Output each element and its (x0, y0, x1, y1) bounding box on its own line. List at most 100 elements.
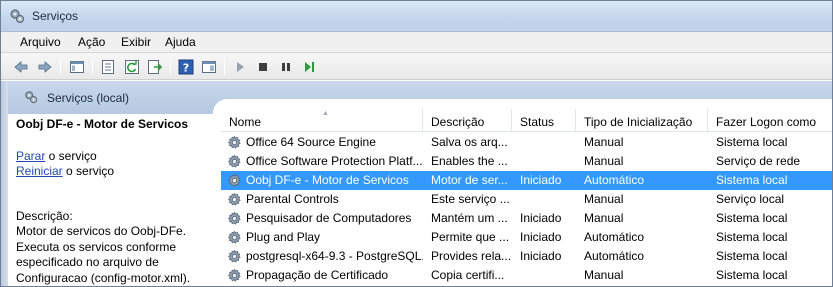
stop-service-button[interactable] (254, 58, 271, 75)
menu-bar: Arquivo Ação Exibir Ajuda (1, 32, 832, 53)
export-list-button[interactable] (146, 58, 163, 75)
console-tree-button[interactable] (68, 58, 85, 75)
service-startup-type: Manual (584, 268, 624, 282)
restart-service-action: Reiniciar o serviço (16, 164, 114, 178)
service-description-cell: Salva os arq... (431, 135, 508, 149)
menu-ajuda[interactable]: Ajuda (164, 35, 197, 49)
table-row[interactable]: Oobj DF-e - Motor de Servicos Motor de se… (221, 171, 832, 190)
service-startup-type: Automático (584, 249, 645, 263)
action-pane-button[interactable] (200, 58, 217, 75)
service-startup-type: Automático (584, 173, 645, 187)
service-description-cell: Motor de ser... (431, 173, 508, 187)
service-status: Iniciado (520, 230, 562, 244)
column-header-row: ▲ Nome Descrição Status Tipo de Iniciali… (221, 109, 832, 132)
table-row[interactable]: Office Software Protection Platf... Enabl… (221, 152, 832, 171)
column-header-descricao[interactable]: Descrição (423, 109, 512, 132)
refresh-icon (124, 59, 139, 74)
start-service-icon (236, 61, 244, 72)
extended-details-pane: Oobj DF-e - Motor de Servicos Parar o se… (8, 114, 221, 286)
service-logon-as: Sistema local (716, 249, 788, 263)
gears-icon (25, 91, 38, 104)
show-hide-console-tree-icon (69, 60, 84, 73)
service-logon-as: Sistema local (716, 173, 788, 187)
restart-service-link[interactable]: Reiniciar (16, 164, 63, 178)
help-button[interactable]: ? (177, 58, 194, 75)
column-header-nome[interactable]: Nome (221, 109, 423, 132)
menu-arquivo[interactable]: Arquivo (19, 35, 62, 49)
forward-button[interactable] (36, 58, 53, 75)
service-name: Propagação de Certificado (246, 268, 389, 282)
refresh-button[interactable] (123, 58, 140, 75)
service-name: postgresql-x64-9.3 - PostgreSQL... (246, 249, 423, 263)
services-window: Serviços Arquivo Ação Exibir Ajuda ? Ser… (0, 0, 833, 287)
service-logon-as: Sistema local (716, 230, 788, 244)
menu-acao[interactable]: Ação (77, 35, 106, 49)
service-status: Iniciado (520, 249, 562, 263)
service-description-cell: Enables the ... (431, 154, 508, 168)
service-logon-as: Serviço de rede (716, 154, 801, 168)
service-status (520, 133, 576, 152)
service-startup-type: Manual (584, 192, 624, 206)
start-service-button[interactable] (231, 58, 248, 75)
service-logon-as: Sistema local (716, 211, 788, 225)
pane-header-title: Serviços (local) (47, 91, 130, 105)
service-status (520, 266, 576, 285)
service-name: Office Software Protection Platf... (246, 154, 423, 168)
service-startup-type: Manual (584, 135, 624, 149)
table-row[interactable]: postgresql-x64-9.3 - PostgreSQL... Provid… (221, 247, 832, 266)
description-text: Motor de servicos do Oobj-DFe. Executa o… (16, 224, 191, 285)
stop-service-icon (258, 62, 267, 71)
service-startup-type: Manual (584, 211, 624, 225)
restart-service-suffix: o serviço (62, 164, 115, 178)
properties-button[interactable] (99, 58, 116, 75)
console-tree-edge (1, 81, 8, 286)
title-bar[interactable]: Serviços (1, 1, 832, 32)
toolbar-separator (224, 58, 225, 75)
service-description-cell: Mantém um ... (431, 211, 508, 225)
toolbar-separator (92, 58, 93, 75)
service-status: Iniciado (520, 211, 562, 225)
table-row[interactable]: Office 64 Source Engine Salva os arq... Ma… (221, 133, 832, 152)
column-header-logon[interactable]: Fazer Logon como (708, 109, 832, 132)
forward-arrow-icon (38, 60, 52, 73)
stop-service-link[interactable]: Parar (16, 149, 45, 163)
restart-service-icon (304, 61, 314, 72)
column-header-tipo-inicializacao[interactable]: Tipo de Inicialização (576, 109, 708, 132)
pause-service-icon (281, 62, 290, 71)
restart-service-button[interactable] (300, 58, 317, 75)
window-title: Serviços (32, 9, 79, 23)
table-row[interactable]: Pesquisador de Computadores Mantém um ...… (221, 209, 832, 228)
table-row[interactable]: Plug and Play Permite que ... Iniciado Auto… (221, 228, 832, 247)
svg-text:?: ? (182, 61, 188, 74)
export-list-icon (147, 59, 162, 74)
back-button[interactable] (12, 58, 29, 75)
menu-exibir[interactable]: Exibir (120, 35, 152, 49)
pause-service-button[interactable] (277, 58, 294, 75)
column-header-status[interactable]: Status (512, 109, 576, 132)
properties-icon (101, 59, 114, 74)
toolbar-separator (170, 58, 171, 75)
service-logon-as: Sistema local (716, 268, 788, 282)
table-row[interactable]: Parental Controls Este serviço ... Manual S… (221, 190, 832, 209)
service-description: Descrição: Motor de servicos do Oobj-DFe… (16, 209, 221, 286)
service-name: Plug and Play (246, 230, 321, 244)
table-row[interactable]: Propagação de Certificado Copia certifi..… (221, 266, 832, 285)
service-status: Iniciado (520, 173, 562, 187)
service-description-cell: Permite que ... (431, 230, 510, 244)
service-description-cell: Este serviço ... (431, 192, 510, 206)
help-icon: ? (178, 59, 193, 74)
selected-service-title: Oobj DF-e - Motor de Servicos (16, 117, 189, 131)
gears-icon (10, 9, 25, 24)
toolbar: ? (1, 53, 832, 80)
service-name: Parental Controls (246, 192, 339, 206)
service-description-cell: Copia certifi... (431, 268, 505, 282)
services-list: ▲ Nome Descrição Status Tipo de Iniciali… (221, 109, 832, 286)
service-name: Pesquisador de Computadores (246, 211, 412, 225)
stop-service-suffix: o serviço (45, 149, 97, 163)
toolbar-separator (60, 58, 61, 75)
service-name: Office 64 Source Engine (246, 135, 376, 149)
stop-service-action: Parar o serviço (16, 149, 97, 163)
back-arrow-icon (13, 60, 27, 73)
service-logon-as: Serviço local (716, 192, 785, 206)
service-startup-type: Manual (584, 154, 624, 168)
